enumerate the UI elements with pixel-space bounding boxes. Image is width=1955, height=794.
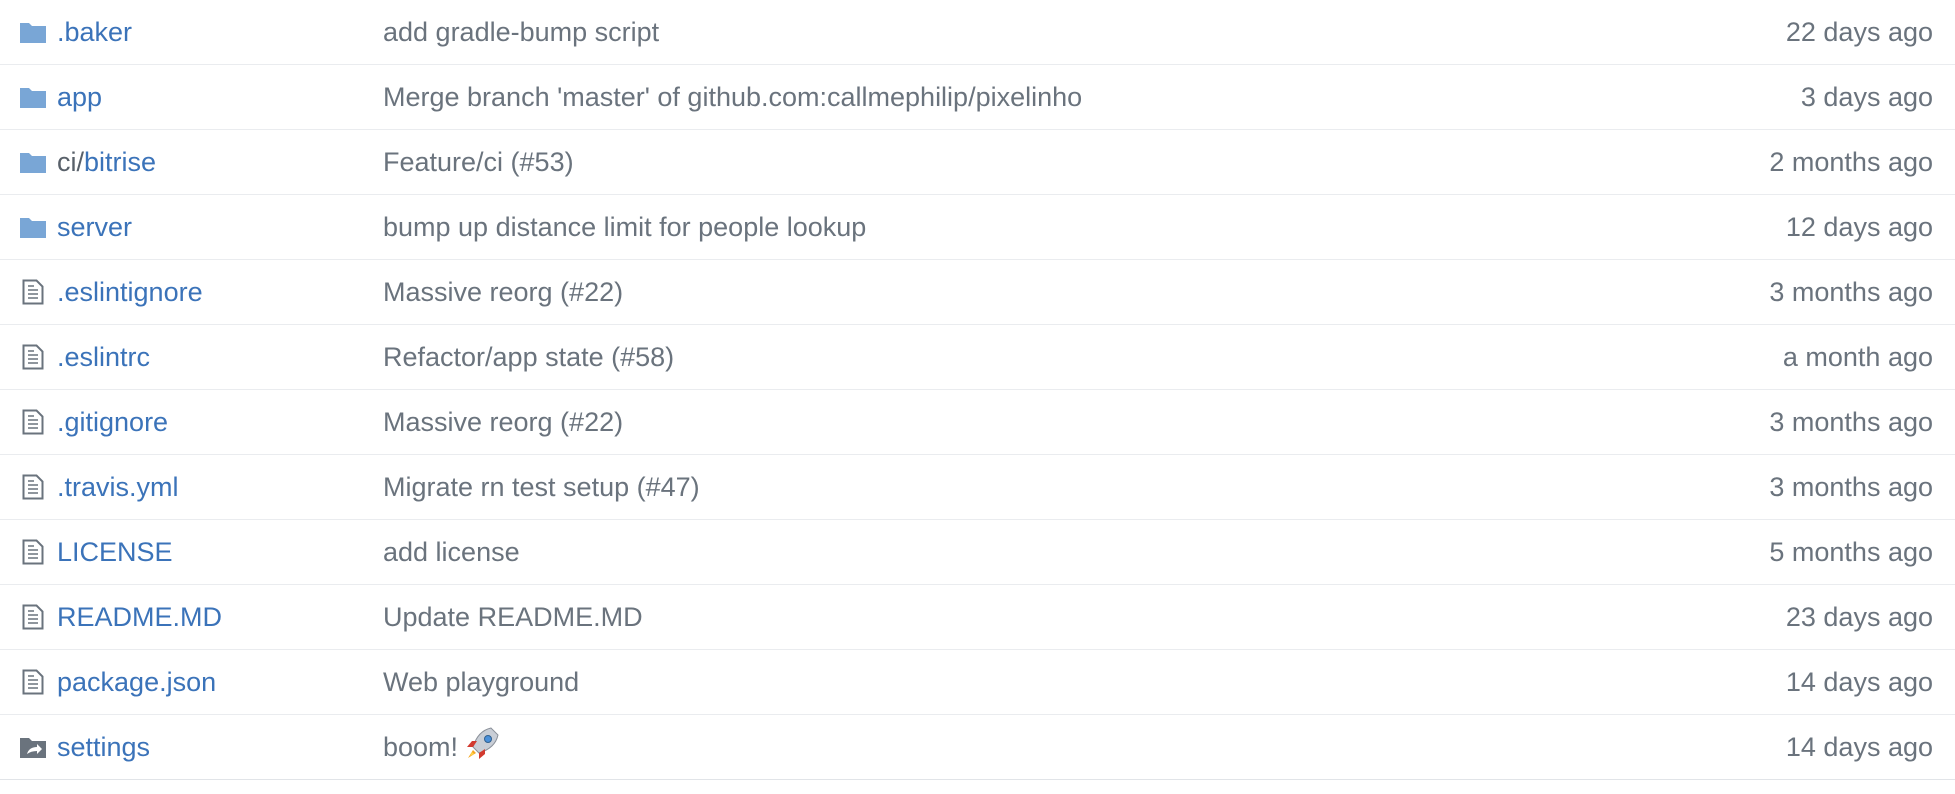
file-icon [19,408,47,436]
commit-age: 12 days ago [1785,211,1933,242]
folder-icon [19,83,47,111]
commit-age: 22 days ago [1785,16,1933,47]
commit-age: 2 months ago [1769,146,1933,177]
file-name-link[interactable]: LICENSE [57,537,173,568]
commit-message-link[interactable]: Massive reorg (#22) [383,407,623,438]
commit-age: 3 months ago [1769,471,1933,502]
file-row: package.json Web playground 14 days ago [0,649,1955,714]
commit-age: 14 days ago [1785,731,1933,762]
file-row: .baker add gradle-bump script 22 days ag… [0,0,1955,64]
file-row: LICENSE add license 5 months ago [0,519,1955,584]
folder-icon [19,213,47,241]
file-name-link[interactable]: package.json [57,667,216,698]
file-name-link[interactable]: .baker [57,17,132,48]
file-row: server bump up distance limit for people… [0,194,1955,259]
file-name-link[interactable]: app [57,82,102,113]
file-icon [19,603,47,631]
symlink-icon [19,733,47,761]
path-leaf: bitrise [84,146,157,177]
file-row: .gitignore Massive reorg (#22) 3 months … [0,389,1955,454]
commit-message-link[interactable]: Feature/ci (#53) [383,147,574,178]
file-icon [19,668,47,696]
commit-age: 3 months ago [1769,276,1933,307]
commit-message-link[interactable]: boom! [383,725,500,770]
folder-icon [19,18,47,46]
commit-age: 14 days ago [1785,666,1933,697]
file-name-link[interactable]: .eslintrc [57,342,150,373]
file-name-link[interactable]: README.MD [57,602,222,633]
commit-message-link[interactable]: Migrate rn test setup (#47) [383,472,700,503]
commit-message-link[interactable]: Merge branch 'master' of github.com:call… [383,82,1082,113]
commit-age: a month ago [1782,341,1933,372]
commit-message-link[interactable]: Massive reorg (#22) [383,277,623,308]
file-row: README.MD Update README.MD 23 days ago [0,584,1955,649]
file-name-link[interactable]: .travis.yml [57,472,179,503]
file-row: app Merge branch 'master' of github.com:… [0,64,1955,129]
file-row: .travis.yml Migrate rn test setup (#47) … [0,454,1955,519]
folder-icon [19,148,47,176]
commit-message-link[interactable]: add gradle-bump script [383,17,659,48]
rocket-icon [464,725,500,770]
commit-age: 5 months ago [1769,536,1933,567]
commit-message-link[interactable]: Refactor/app state (#58) [383,342,674,373]
file-row: ci/bitrise Feature/ci (#53) 2 months ago [0,129,1955,194]
file-name-link[interactable]: .gitignore [57,407,168,438]
commit-age: 23 days ago [1785,601,1933,632]
file-row: settings boom! 14 days ago [0,714,1955,779]
commit-age: 3 days ago [1800,81,1933,112]
file-icon [19,473,47,501]
path-prefix: ci/ [57,146,84,177]
file-icon [19,343,47,371]
file-name-link[interactable]: ci/bitrise [57,147,156,178]
commit-message-link[interactable]: bump up distance limit for people lookup [383,212,866,243]
commit-age: 3 months ago [1769,406,1933,437]
file-name-link[interactable]: server [57,212,132,243]
commit-message-link[interactable]: Update README.MD [383,602,643,633]
commit-message-link[interactable]: add license [383,537,520,568]
file-list: .baker add gradle-bump script 22 days ag… [0,0,1955,780]
commit-message-link[interactable]: Web playground [383,667,579,698]
file-row: .eslintignore Massive reorg (#22) 3 mont… [0,259,1955,324]
file-row: .eslintrc Refactor/app state (#58) a mon… [0,324,1955,389]
file-icon [19,538,47,566]
file-icon [19,278,47,306]
file-name-link[interactable]: .eslintignore [57,277,203,308]
file-name-link[interactable]: settings [57,732,150,763]
